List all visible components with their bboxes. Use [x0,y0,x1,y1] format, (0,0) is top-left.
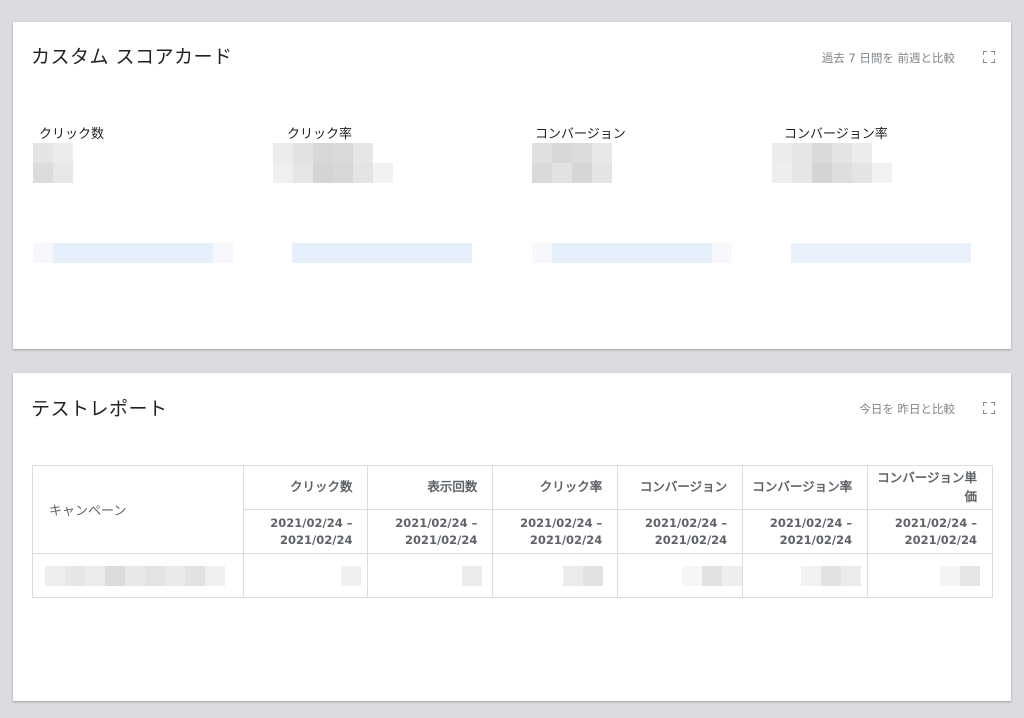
date-range: 2021/02/24 –2021/02/24 [242,509,369,554]
cell-ctr-redacted [492,553,619,598]
sparkline-ctr [292,243,472,263]
column-header-impressions[interactable]: 表示回数 [367,465,494,510]
column-header-campaign[interactable]: キャンペーン [32,465,244,554]
date-range: 2021/02/24 –2021/02/24 [617,509,744,554]
date-range: 2021/02/24 –2021/02/24 [367,509,494,554]
date-range: 2021/02/24 –2021/02/24 [492,509,619,554]
column-header-ctr[interactable]: クリック率 [492,465,619,510]
table-header-row: キャンペーン クリック数 表示回数 クリック率 コンバージョン コンバージョン率… [32,465,993,554]
scorecard-title: カスタム スコアカード [31,46,233,68]
metric-label: コンバージョン率 [784,127,888,142]
cell-clicks-redacted [242,553,369,598]
column-header-conversions[interactable]: コンバージョン [617,465,744,510]
sparkline-conversions [532,243,732,263]
cell-conversion-rate-redacted [742,553,869,598]
campaign-name-redacted [32,553,244,598]
fullscreen-expand-icon[interactable] [983,51,995,63]
report-title: テストレポート [31,398,168,420]
cell-conversions-redacted [617,553,744,598]
sparkline-conversion-rate [791,243,971,263]
cell-impressions-redacted [367,553,494,598]
metric-label: クリック率 [287,127,353,142]
metric-conversion-rate: コンバージョン率 [778,123,998,142]
metric-value-redacted [33,143,73,183]
report-card: テストレポート 今日を 昨日と比較 キャンペーン クリック数 表示回数 クリック… [13,373,1011,701]
metric-label: クリック数 [39,127,105,142]
cell-cost-per-conversion-redacted [867,553,993,598]
sparkline-clicks [33,243,233,263]
column-header-conversion-rate[interactable]: コンバージョン率 [742,465,869,510]
scorecard-compare-label: 過去 7 日間を 前週と比較 [821,51,955,65]
report-compare-label: 今日を 昨日と比較 [859,402,955,416]
date-range: 2021/02/24 –2021/02/24 [742,509,869,554]
table-row[interactable] [32,553,993,598]
metric-ctr: クリック率 [281,123,501,142]
metric-label: コンバージョン [535,127,626,142]
column-header-cost-per-conversion[interactable]: コンバージョン単価 [867,465,993,510]
metric-clicks: クリック数 [33,123,253,142]
report-table: キャンペーン クリック数 表示回数 クリック率 コンバージョン コンバージョン率… [32,465,993,598]
scorecard-card: カスタム スコアカード 過去 7 日間を 前週と比較 クリック数 クリック率 コ… [13,22,1011,349]
metric-value-redacted [772,143,892,183]
metric-value-redacted [273,143,393,183]
metric-value-redacted [532,143,612,183]
metric-conversions: コンバージョン [529,123,749,142]
fullscreen-expand-icon[interactable] [983,402,995,414]
date-range: 2021/02/24 –2021/02/24 [867,509,993,554]
column-header-clicks[interactable]: クリック数 [242,465,369,510]
